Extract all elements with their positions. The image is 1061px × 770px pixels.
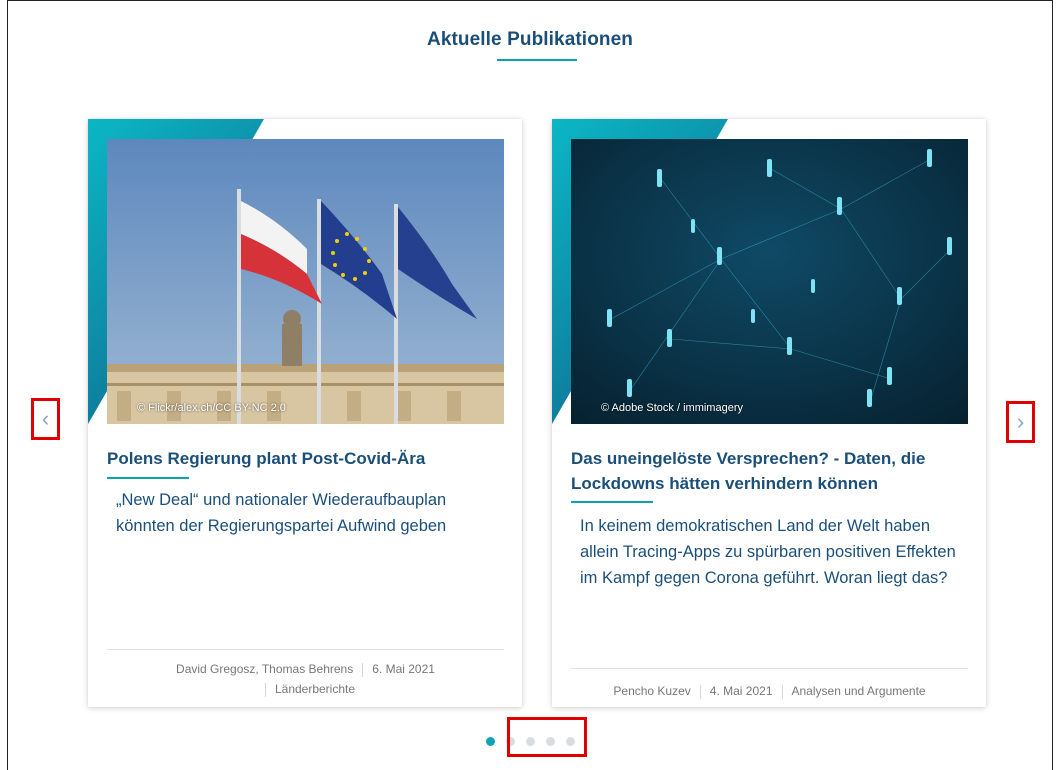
meta-separator bbox=[362, 662, 364, 677]
card-image-network[interactable]: © Adobe Stock / immimagery bbox=[571, 139, 968, 424]
carousel-dots-highlight bbox=[507, 717, 587, 757]
carousel-prev-button[interactable]: ‹ bbox=[31, 398, 60, 440]
card-title[interactable]: Polens Regierung plant Post-Covid-Ära bbox=[107, 446, 502, 471]
section-title-underline bbox=[497, 59, 577, 61]
card-meta: David Gregosz, Thomas Behrens 6. Mai 2021… bbox=[107, 659, 504, 699]
meta-separator bbox=[264, 682, 266, 697]
card-date: 6. Mai 2021 bbox=[372, 662, 435, 676]
card-divider bbox=[571, 668, 968, 669]
carousel-dot-1[interactable] bbox=[486, 737, 495, 746]
card-category[interactable]: Länderberichte bbox=[275, 682, 355, 696]
meta-separator bbox=[781, 684, 783, 699]
card-image-flags[interactable]: © Flickr/alex.ch/CC BY-NC 2.0 bbox=[107, 139, 504, 424]
card-title-underline bbox=[571, 501, 653, 503]
section-title: Aktuelle Publikationen bbox=[427, 29, 633, 50]
card-divider bbox=[107, 649, 504, 650]
meta-separator bbox=[699, 684, 701, 699]
carousel-next-button[interactable]: › bbox=[1006, 401, 1035, 443]
publication-card-2[interactable]: © Adobe Stock / immimagery Das uneingelö… bbox=[552, 119, 986, 707]
card-authors[interactable]: David Gregosz, Thomas Behrens bbox=[176, 662, 353, 676]
image-credit: © Adobe Stock / immimagery bbox=[601, 402, 743, 414]
chevron-right-icon: › bbox=[1016, 409, 1025, 434]
card-title-underline bbox=[107, 477, 189, 479]
page-frame: Aktuelle Publikationen © Flickr/alex.ch/… bbox=[7, 0, 1053, 770]
card-meta: Pencho Kuzev 4. Mai 2021 Analysen und Argu… bbox=[571, 681, 968, 701]
card-description: „New Deal“ und nationaler Wiederaufbaupl… bbox=[116, 491, 447, 535]
card-description: In keinem demokratischen Land der Welt h… bbox=[580, 517, 956, 587]
image-credit: © Flickr/alex.ch/CC BY-NC 2.0 bbox=[137, 402, 286, 414]
publication-card-1[interactable]: © Flickr/alex.ch/CC BY-NC 2.0 Polens Reg… bbox=[88, 119, 522, 707]
card-title[interactable]: Das uneingelöste Versprechen? - Daten, d… bbox=[571, 446, 966, 496]
card-category[interactable]: Analysen und Argumente bbox=[792, 684, 926, 698]
card-authors[interactable]: Pencho Kuzev bbox=[613, 684, 690, 698]
card-date: 4. Mai 2021 bbox=[709, 684, 773, 698]
chevron-left-icon: ‹ bbox=[41, 406, 50, 431]
